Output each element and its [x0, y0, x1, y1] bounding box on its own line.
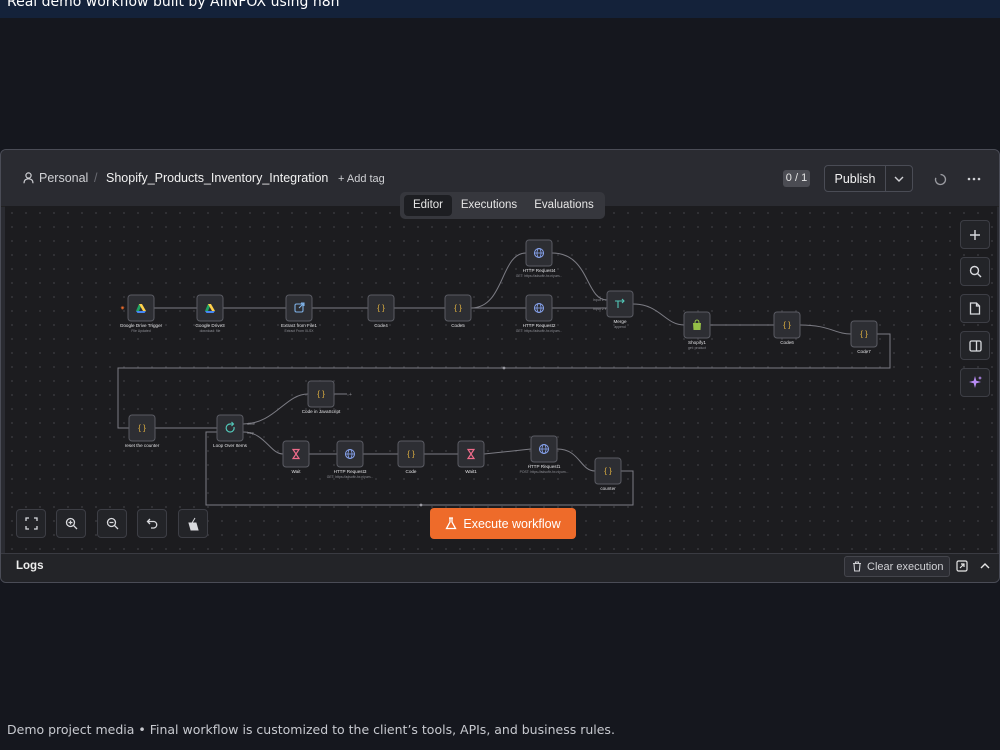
execute-workflow-button[interactable]: Execute workflow	[430, 508, 576, 539]
user-icon	[23, 172, 34, 184]
sticky-note-button[interactable]	[960, 294, 990, 323]
workflow-name[interactable]: Shopify_Products_Inventory_Integration	[106, 171, 328, 185]
undo-button[interactable]	[137, 509, 167, 538]
flask-icon	[445, 517, 457, 530]
clean-up-icon	[188, 517, 199, 530]
chevron-up-icon[interactable]	[978, 559, 992, 573]
sync-status-icon	[931, 170, 949, 188]
version-counter: 0 / 1	[783, 170, 810, 187]
search-nodes-button[interactable]	[960, 257, 990, 286]
page-heading: Real demo workflow built by AIINFOX usin…	[7, 0, 340, 10]
toggle-panel-button[interactable]	[960, 331, 990, 360]
tab-evaluations[interactable]: Evaluations	[528, 195, 600, 216]
clear-execution-button[interactable]: Clear execution	[844, 556, 950, 577]
plus-icon	[970, 229, 980, 240]
tab-editor[interactable]: Editor	[404, 195, 452, 216]
project-label: Personal	[39, 171, 89, 185]
tab-executions[interactable]: Executions	[456, 195, 522, 216]
undo-icon	[146, 518, 157, 529]
clear-execution-label: Clear execution	[867, 560, 944, 573]
publish-button[interactable]: Publish	[824, 165, 886, 192]
publish-dropdown[interactable]	[885, 165, 913, 192]
zoom-in-button[interactable]	[56, 509, 86, 538]
add-tag-button[interactable]: + Add tag	[338, 173, 385, 185]
fit-view-button[interactable]	[16, 509, 46, 538]
pop-out-logs-icon[interactable]	[955, 559, 969, 573]
editor-tabs: Editor Executions Evaluations	[400, 192, 605, 219]
search-icon	[969, 265, 981, 278]
panel-icon	[968, 339, 982, 352]
sparkle-ai-icon	[968, 376, 982, 388]
workflow-canvas[interactable]	[5, 206, 997, 553]
sticky-note-icon	[969, 302, 981, 315]
more-options-icon[interactable]	[965, 170, 983, 188]
add-node-button[interactable]	[960, 220, 990, 249]
zoom-out-icon	[106, 517, 118, 530]
fit-view-icon	[24, 517, 38, 530]
zoom-in-icon	[65, 517, 77, 530]
breadcrumb-project[interactable]: Personal	[23, 171, 88, 185]
clean-up-button[interactable]	[178, 509, 208, 538]
ask-ai-button[interactable]	[960, 368, 990, 397]
logs-label[interactable]: Logs	[16, 560, 43, 572]
trash-icon	[853, 561, 861, 572]
page-caption: Demo project media • Final workflow is c…	[7, 722, 615, 737]
breadcrumb-separator: /	[94, 171, 98, 185]
chevron-down-icon	[894, 176, 904, 182]
execute-label: Execute workflow	[463, 516, 561, 531]
zoom-out-button[interactable]	[97, 509, 127, 538]
